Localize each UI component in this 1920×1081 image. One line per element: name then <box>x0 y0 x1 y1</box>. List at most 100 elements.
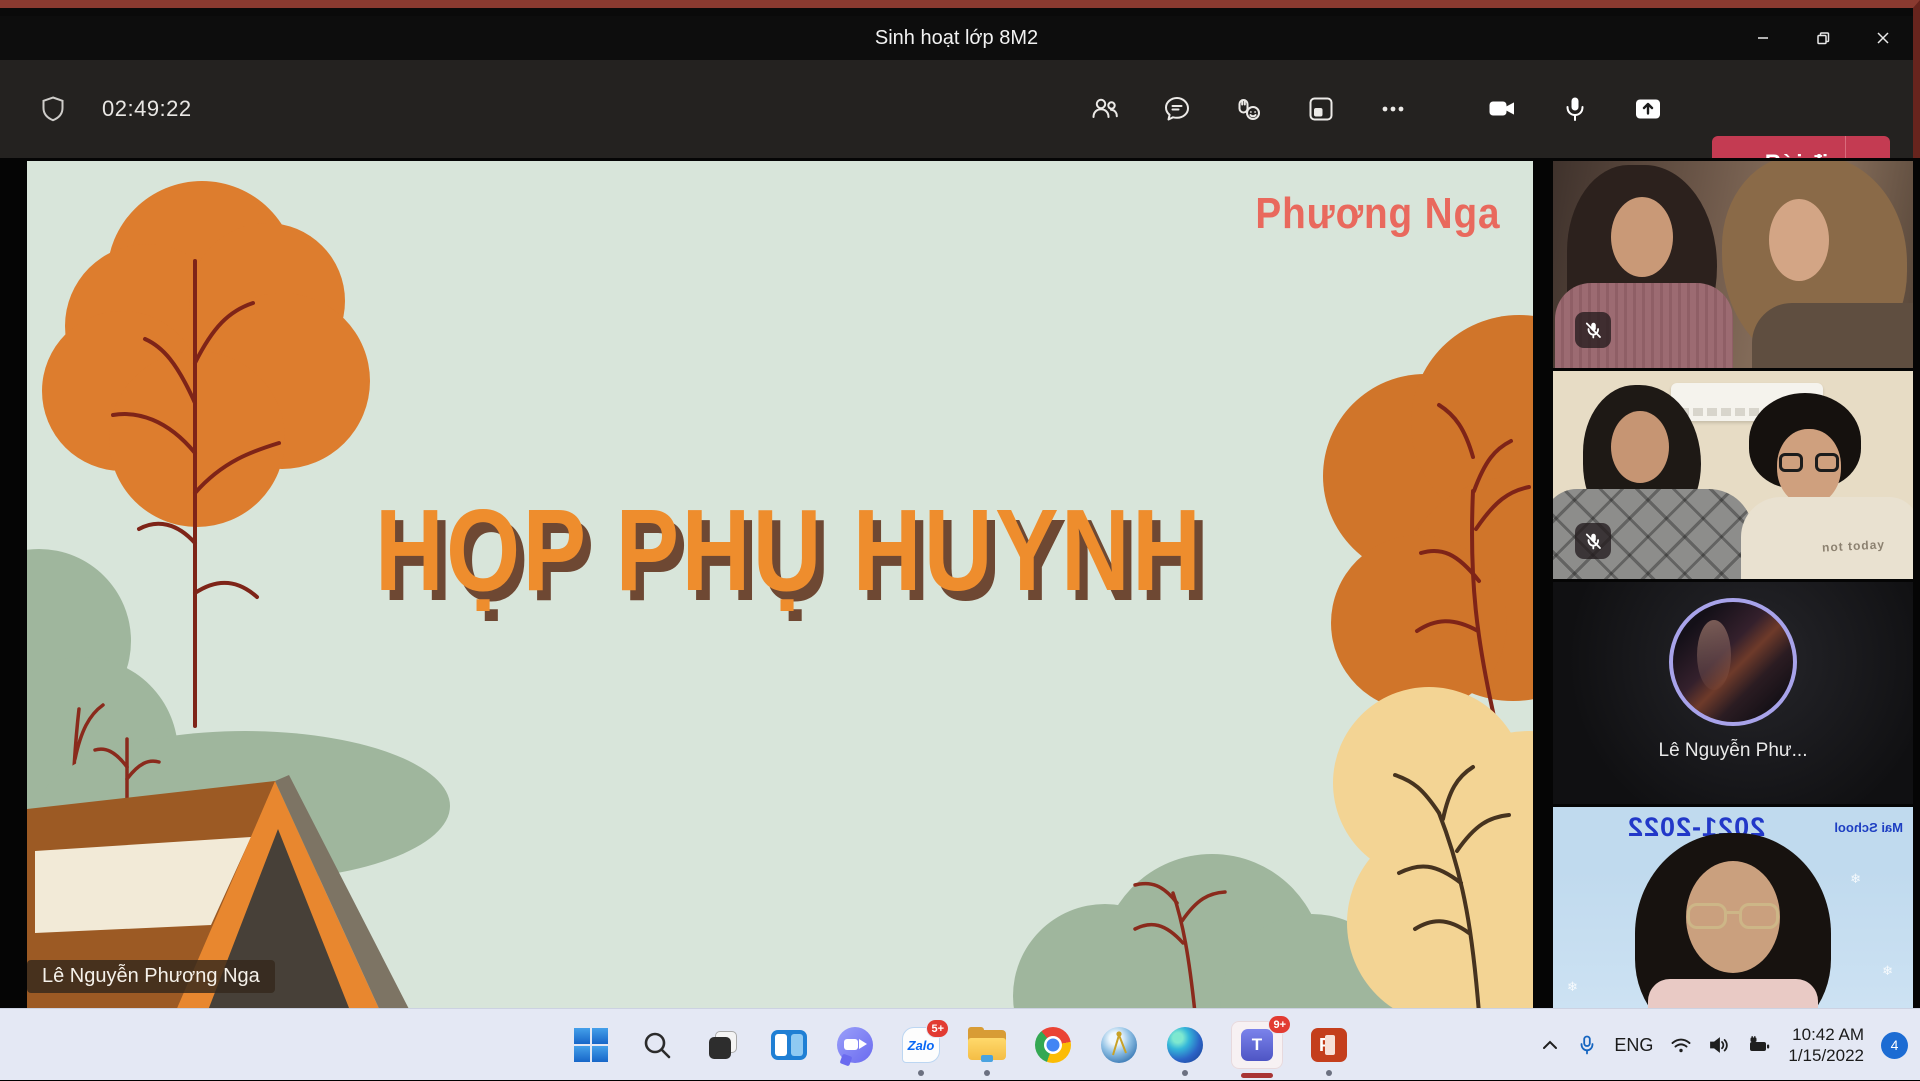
powerpoint-button[interactable]: P <box>1309 1025 1349 1065</box>
banner-school-text: Mai School <box>1834 820 1903 835</box>
battery-charging-icon[interactable] <box>1748 1036 1771 1054</box>
share-screen-icon <box>1633 94 1663 124</box>
participants-icon <box>1090 94 1120 124</box>
close-button[interactable] <box>1853 16 1913 60</box>
windows-start-icon <box>574 1028 608 1062</box>
tray-microphone-icon[interactable] <box>1577 1035 1597 1055</box>
wifi-icon[interactable] <box>1670 1036 1692 1054</box>
tray-time: 10:42 AM <box>1788 1024 1864 1045</box>
slide-presenter-tag: Phương Nga <box>1255 189 1500 239</box>
participant-tile-3[interactable]: Lê Nguyễn Phư... <box>1553 582 1913 804</box>
breakout-rooms-icon <box>1306 94 1336 124</box>
notification-count-badge[interactable]: 4 <box>1881 1032 1908 1059</box>
participant-tile-4[interactable]: Mai School 2021-2022 ❄ ❄ ❄ <box>1553 807 1913 1013</box>
camera-icon <box>1487 94 1517 124</box>
more-options-button[interactable] <box>1371 87 1415 131</box>
person-face <box>1611 411 1669 483</box>
breakout-rooms-button[interactable] <box>1299 87 1343 131</box>
restore-button[interactable] <box>1793 16 1853 60</box>
participant-name: Lê Nguyễn Phư... <box>1553 740 1913 762</box>
chat-button[interactable] <box>1155 87 1199 131</box>
start-button[interactable] <box>571 1025 611 1065</box>
edge-icon <box>1167 1027 1203 1063</box>
participant-tile-1[interactable] <box>1553 161 1913 368</box>
mic-muted-icon <box>1584 532 1603 551</box>
system-tray: ENG 10:42 AM 1/15/2022 <box>1540 1009 1908 1081</box>
close-icon <box>1877 32 1889 44</box>
person-body <box>1752 303 1913 368</box>
device-controls <box>1480 60 1670 158</box>
folder-icon <box>968 1030 1006 1060</box>
participants-button[interactable] <box>1083 87 1127 131</box>
window-controls <box>1733 16 1913 60</box>
chrome-button[interactable] <box>1033 1025 1073 1065</box>
windows-taskbar: Zalo 5+ <box>0 1008 1920 1080</box>
running-indicator <box>1326 1070 1332 1076</box>
zalo-button[interactable]: Zalo 5+ <box>901 1025 941 1065</box>
meeting-timer: 02:49:22 <box>102 96 192 122</box>
glasses <box>1685 903 1781 931</box>
tray-chevron-up-icon[interactable] <box>1540 1035 1560 1055</box>
file-explorer-button[interactable] <box>967 1025 1007 1065</box>
minimize-icon <box>1757 32 1769 44</box>
meeting-status: 02:49:22 <box>38 60 192 158</box>
volume-icon[interactable] <box>1709 1036 1731 1054</box>
reactions-icon <box>1234 94 1264 124</box>
chat-icon <box>1162 94 1192 124</box>
teams-meeting-window: Sinh hoạt lớp 8M2 <box>0 0 1920 1008</box>
sketchpad-button[interactable] <box>1099 1025 1139 1065</box>
minimize-button[interactable] <box>1733 16 1793 60</box>
person-face <box>1611 197 1673 277</box>
glasses <box>1779 453 1839 473</box>
mic-muted-icon <box>1584 321 1603 340</box>
teams-badge: 9+ <box>1268 1015 1291 1034</box>
microphone-icon <box>1560 94 1590 124</box>
shield-icon <box>38 94 68 124</box>
chrome-icon <box>1035 1027 1071 1063</box>
teams-letter: T <box>1252 1035 1262 1055</box>
avatar <box>1669 598 1797 726</box>
clock[interactable]: 10:42 AM 1/15/2022 <box>1788 1024 1864 1066</box>
snowflake-decor: ❄ <box>1882 963 1893 979</box>
snowflake-decor: ❄ <box>1850 871 1861 887</box>
participant-tile-2[interactable]: not today <box>1553 371 1913 579</box>
task-view-icon <box>706 1028 740 1062</box>
tray-date: 1/15/2022 <box>1788 1045 1864 1066</box>
teams-chat-button[interactable] <box>835 1025 875 1065</box>
window-title: Sinh hoạt lớp 8M2 <box>0 16 1913 60</box>
powerpoint-icon: P <box>1311 1028 1347 1062</box>
taskbar-apps: Zalo 5+ <box>571 1009 1349 1081</box>
widgets-icon <box>771 1030 807 1060</box>
camera-button[interactable] <box>1480 87 1524 131</box>
running-indicator <box>1182 1070 1188 1076</box>
microphone-button[interactable] <box>1553 87 1597 131</box>
chat-bubble-icon <box>837 1027 873 1063</box>
teams-icon: T <box>1241 1029 1273 1061</box>
titlebar[interactable]: Sinh hoạt lớp 8M2 <box>0 16 1913 60</box>
person-face <box>1769 199 1829 281</box>
task-view-button[interactable] <box>703 1025 743 1065</box>
person-body <box>1741 497 1913 579</box>
muted-indicator <box>1575 523 1611 559</box>
sketchpad-icon <box>1101 1027 1137 1063</box>
reactions-button[interactable] <box>1227 87 1271 131</box>
presenter-name-label: Lê Nguyễn Phương Nga <box>27 960 275 993</box>
shared-screen-slide[interactable]: Phương Nga HỌP PHỤ HUYNH Lê Nguyễn Phươn… <box>27 161 1533 1013</box>
edge-button[interactable] <box>1165 1025 1205 1065</box>
more-icon <box>1378 94 1408 124</box>
snowflake-decor: ❄ <box>1567 979 1578 995</box>
teams-button[interactable]: T 9+ <box>1231 1021 1283 1069</box>
search-icon <box>640 1028 674 1062</box>
search-button[interactable] <box>637 1025 677 1065</box>
zalo-badge: 5+ <box>926 1019 949 1038</box>
language-indicator[interactable]: ENG <box>1614 1035 1653 1056</box>
desktop: Sinh hoạt lớp 8M2 <box>0 0 1920 1080</box>
restore-icon <box>1817 32 1830 45</box>
slide-title: HỌP PHỤ HUYNH <box>375 483 1203 617</box>
running-indicator <box>984 1070 990 1076</box>
meeting-stage: Phương Nga HỌP PHỤ HUYNH Lê Nguyễn Phươn… <box>0 158 1920 1016</box>
share-screen-button[interactable] <box>1626 87 1670 131</box>
running-indicator <box>918 1070 924 1076</box>
widgets-button[interactable] <box>769 1025 809 1065</box>
meeting-toolbar: 02:49:22 <box>0 60 1913 158</box>
